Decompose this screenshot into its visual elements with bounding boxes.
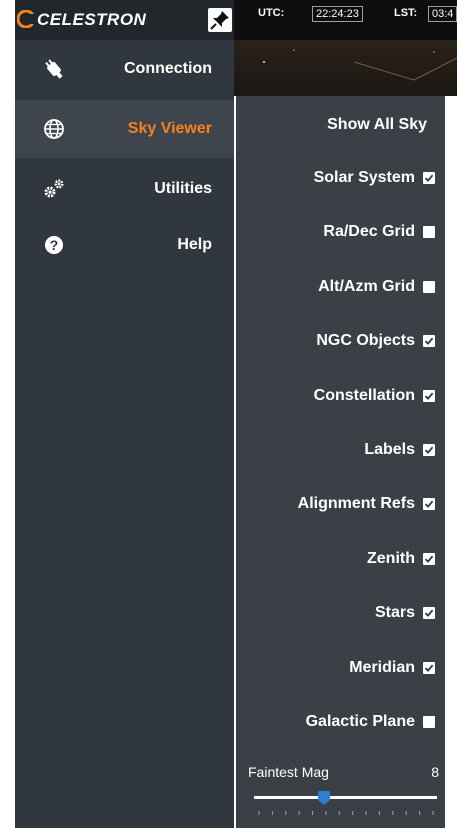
- checkbox[interactable]: [423, 661, 435, 674]
- option-ra-dec-grid[interactable]: Ra/Dec Grid: [323, 222, 435, 242]
- check-icon: [424, 501, 434, 509]
- check-icon: [424, 337, 434, 346]
- question-icon: ?: [45, 236, 63, 254]
- option-label: Constellation: [313, 386, 415, 404]
- gears-icon: [44, 179, 64, 198]
- check-icon: [424, 392, 434, 400]
- option-label: Stars: [374, 604, 415, 622]
- nav-label-utilities: Utilities: [154, 180, 212, 197]
- option-label: Meridian: [349, 658, 415, 676]
- option-label: Alt/Azm Grid: [318, 277, 415, 295]
- svg-text:?: ?: [50, 237, 59, 253]
- option-labels[interactable]: Labels: [364, 440, 435, 460]
- check-icon: [424, 609, 434, 618]
- usb-plug-icon: [45, 59, 63, 79]
- nav-item-connection[interactable]: Connection: [15, 40, 234, 98]
- option-solar-system[interactable]: Solar System: [314, 168, 435, 188]
- checkbox[interactable]: [423, 716, 435, 728]
- option-ngc-objects[interactable]: NGC Objects: [316, 331, 435, 351]
- option-alt-azm-grid[interactable]: Alt/Azm Grid: [318, 277, 435, 297]
- sky-options-panel: Show All Sky Solar System Ra/Dec Grid Alt/…: [236, 96, 445, 828]
- option-label: Alignment Refs: [297, 495, 415, 513]
- pin-button[interactable]: [208, 8, 232, 32]
- option-label: Zenith: [367, 549, 415, 567]
- sky-view-canvas[interactable]: [234, 40, 457, 96]
- nav-label-sky-viewer: Sky Viewer: [127, 120, 212, 137]
- option-meridian[interactable]: Meridian: [349, 658, 435, 678]
- option-label: Galactic Plane: [305, 713, 415, 730]
- faintest-mag-slider-track[interactable]: [254, 796, 437, 799]
- utc-value: 22:24:23: [312, 6, 363, 22]
- sky-preview: [262, 49, 457, 81]
- checkbox[interactable]: [423, 280, 435, 293]
- sidebar: CELESTRON Connection Sky Viewer Utilitie…: [15, 0, 234, 828]
- show-all-sky-button[interactable]: Show All Sky: [327, 116, 427, 134]
- nav-item-help[interactable]: ? Help: [15, 216, 234, 274]
- check-icon: [424, 174, 434, 182]
- check-icon: [424, 555, 434, 563]
- pin-icon: [210, 11, 229, 30]
- time-header: UTC: 22:24:23 LST: 03:4: [234, 0, 457, 96]
- nav-item-sky-viewer[interactable]: Sky Viewer: [15, 100, 234, 158]
- nav-label-help: Help: [177, 236, 212, 253]
- celestron-logo-icon: [17, 10, 35, 28]
- faintest-mag-label: Faintest Mag: [248, 764, 329, 780]
- checkbox[interactable]: [423, 389, 435, 402]
- option-constellation[interactable]: Constellation: [314, 386, 435, 406]
- checkbox[interactable]: [423, 226, 435, 239]
- utc-label: UTC:: [258, 7, 285, 19]
- option-zenith[interactable]: Zenith: [367, 549, 435, 569]
- option-label: Solar System: [313, 169, 415, 186]
- checkbox[interactable]: [423, 172, 435, 184]
- option-alignment-refs[interactable]: Alignment Refs: [298, 494, 435, 514]
- nav-item-utilities[interactable]: Utilities: [15, 160, 234, 218]
- right-edge: [445, 96, 457, 828]
- check-icon: [424, 664, 434, 672]
- faintest-mag-slider-thumb[interactable]: [317, 790, 331, 806]
- checkbox[interactable]: [423, 607, 435, 620]
- option-galactic-plane[interactable]: Galactic Plane: [306, 712, 435, 732]
- brand-name: CELESTRON: [37, 10, 147, 29]
- checkbox[interactable]: [423, 498, 435, 511]
- checkbox[interactable]: [423, 552, 435, 565]
- checkbox[interactable]: [423, 444, 435, 456]
- brand-bar: CELESTRON: [15, 0, 234, 40]
- slider-ticks: [258, 811, 434, 815]
- globe-icon: [44, 119, 64, 139]
- option-label: Ra/Dec Grid: [323, 223, 415, 241]
- lst-label: LST:: [394, 7, 418, 19]
- option-label: Labels: [364, 441, 415, 458]
- faintest-mag-value: 8: [431, 764, 439, 780]
- checkbox[interactable]: [423, 335, 435, 348]
- nav-label-connection: Connection: [124, 60, 212, 77]
- lst-value: 03:4: [428, 6, 457, 22]
- check-icon: [424, 446, 434, 454]
- option-stars[interactable]: Stars: [375, 603, 435, 623]
- option-label: NGC Objects: [316, 332, 415, 350]
